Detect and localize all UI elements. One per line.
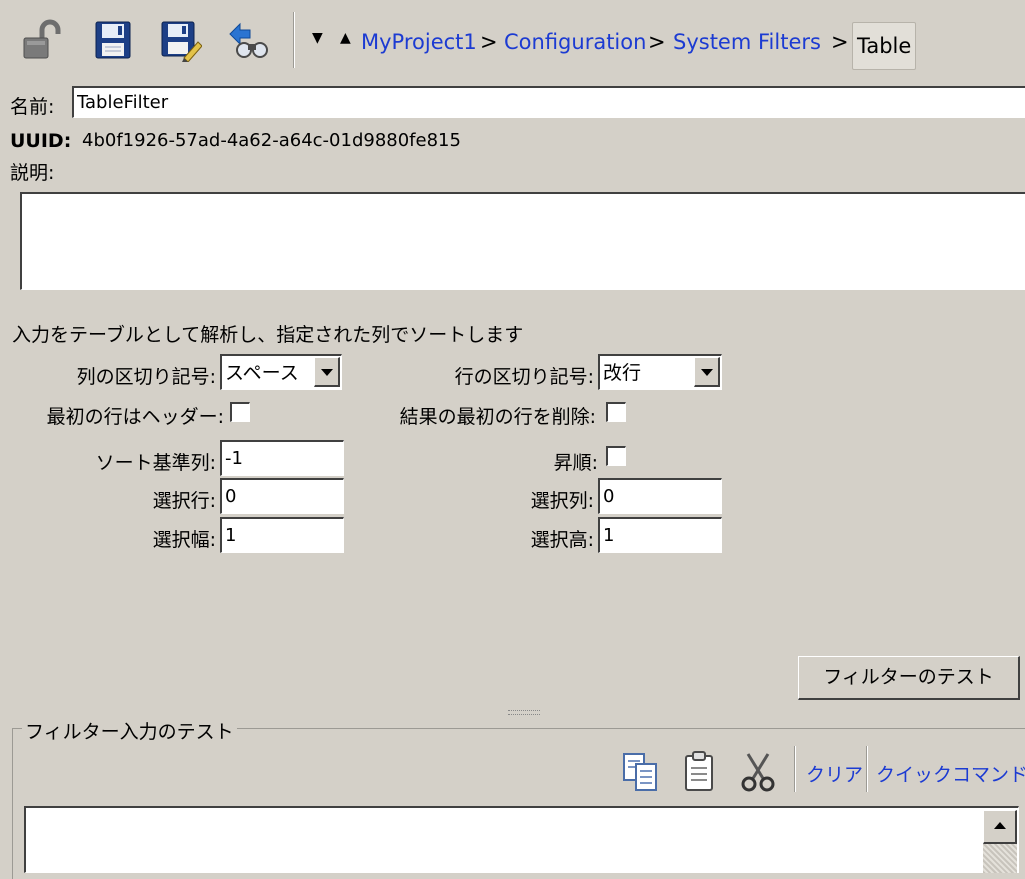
quick-command-link[interactable]: クイックコマンド	[876, 760, 1025, 787]
panel-splitter[interactable]	[508, 710, 540, 715]
filter-summary: 入力をテーブルとして解析し、指定された列でソートします	[12, 324, 524, 346]
uuid-label: UUID:	[10, 130, 72, 152]
chevron-down-icon[interactable]	[314, 357, 340, 387]
row-delimiter-value: 改行	[603, 362, 642, 384]
test-input-title: フィルター入力のテスト	[22, 717, 237, 744]
toolbar-separator	[866, 746, 868, 792]
find-usages-icon[interactable]	[226, 18, 270, 62]
cut-icon[interactable]	[738, 750, 778, 794]
toolbar: ▼ ▲ MyProject1 > Configuration > System …	[0, 0, 1025, 76]
uuid-value: 4b0f1926-57ad-4a62-a64c-01d9880fe815	[82, 130, 461, 151]
select-height-field[interactable]	[598, 517, 722, 553]
description-field[interactable]	[20, 192, 1025, 290]
breadcrumb-item-system-filters[interactable]: System Filters	[673, 30, 821, 54]
sort-column-field[interactable]	[220, 440, 344, 476]
delete-first-row-label: 結果の最初の行を削除:	[399, 406, 596, 428]
column-delimiter-value: スペース	[225, 362, 299, 384]
description-label: 説明:	[10, 162, 55, 184]
paste-icon[interactable]	[680, 750, 720, 794]
sort-column-label: ソート基準列:	[95, 452, 216, 474]
first-row-header-checkbox[interactable]	[230, 402, 250, 422]
select-row-label: 選択行:	[152, 490, 216, 512]
name-field[interactable]	[72, 86, 1025, 118]
column-delimiter-label: 列の区切り記号:	[76, 366, 216, 388]
toolbar-separator	[794, 746, 796, 792]
breadcrumb-separator: >	[648, 30, 666, 54]
breadcrumb-separator: >	[831, 30, 849, 54]
select-width-label: 選択幅:	[152, 529, 216, 551]
breadcrumb-separator: >	[480, 30, 498, 54]
toolbar-separator	[293, 12, 295, 68]
save-icon[interactable]	[92, 18, 136, 62]
ascending-label: 昇順:	[553, 452, 598, 474]
breadcrumb-item-project[interactable]: MyProject1	[361, 30, 477, 54]
save-as-icon[interactable]	[158, 18, 203, 63]
column-delimiter-select[interactable]: スペース	[220, 354, 342, 390]
row-delimiter-select[interactable]: 改行	[598, 354, 722, 390]
select-height-label: 選択高:	[530, 529, 594, 551]
name-label: 名前:	[10, 96, 55, 118]
ascending-checkbox[interactable]	[606, 446, 626, 466]
delete-first-row-checkbox[interactable]	[606, 402, 626, 422]
select-column-field[interactable]	[598, 478, 722, 514]
row-delimiter-label: 行の区切り記号:	[454, 366, 594, 388]
scroll-up-button[interactable]	[983, 810, 1017, 844]
chevron-down-icon[interactable]	[694, 357, 720, 387]
breadcrumb-current[interactable]: Table	[852, 22, 917, 70]
select-column-label: 選択列:	[530, 490, 594, 512]
select-width-field[interactable]	[220, 517, 344, 553]
first-row-header-label: 最初の行はヘッダー:	[46, 406, 224, 428]
unlock-icon[interactable]	[20, 18, 64, 62]
scrollbar-track[interactable]	[983, 844, 1017, 873]
history-forward-button[interactable]: ▲	[340, 30, 351, 46]
history-back-button[interactable]: ▼	[312, 30, 323, 46]
clear-link[interactable]: クリア	[806, 760, 863, 787]
test-input-field[interactable]	[24, 806, 1019, 873]
copy-icon[interactable]	[620, 750, 660, 794]
select-row-field[interactable]	[220, 478, 344, 514]
test-filter-button[interactable]: フィルターのテスト	[798, 656, 1020, 700]
breadcrumb-item-configuration[interactable]: Configuration	[504, 30, 646, 54]
